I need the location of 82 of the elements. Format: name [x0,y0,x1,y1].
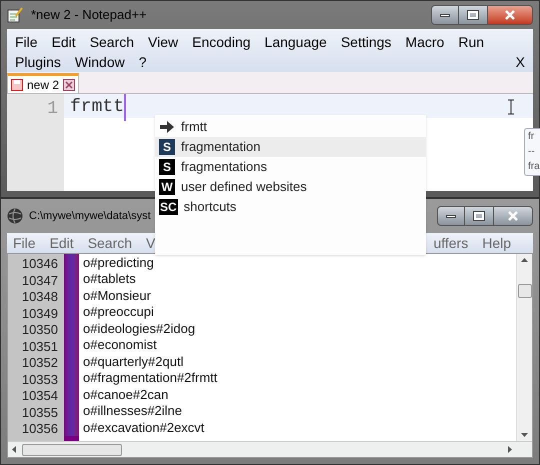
code-line: o#ideologies#2idog [82,320,196,338]
horizontal-scrollbar[interactable] [8,441,532,457]
close-button[interactable] [493,206,533,226]
menu-item[interactable]: File [13,232,36,254]
line-number: 10355 [8,402,64,419]
vertical-scrollbar[interactable] [516,254,532,441]
close-icon [508,211,518,221]
type-badge: S [159,139,175,155]
line-number: 10347 [8,270,64,287]
save-icon [11,78,23,90]
menu-item[interactable]: Run [458,32,484,52]
code-line: o#illnesses#2ilne [82,402,182,420]
tooltip-line: fra [528,160,540,174]
autocomplete-item[interactable]: frmtt [155,117,426,137]
type-badge: S [159,159,175,175]
file-tab[interactable]: new 2 [7,73,80,93]
close-button[interactable] [487,5,533,25]
menu-item[interactable]: File [15,32,38,52]
menu-item[interactable]: Macro [405,32,444,52]
line-number: 10350 [8,320,64,336]
line-number: 10354 [8,386,64,402]
code-line: o#predicting [82,254,154,272]
menu-close-button[interactable]: X [516,52,525,72]
line-number: 10346 [8,254,64,270]
autocomplete-item[interactable]: W user defined websites [155,177,426,197]
autocomplete-item[interactable]: S fragmentation [155,137,426,157]
scroll-down-icon [521,433,528,437]
code-line: o#preoccupi [82,303,154,321]
code-line: o#quarterly#2qutl [82,352,184,371]
line-number: 10351 [8,336,64,353]
close-icon [505,10,515,20]
editor-text: frmtt [70,94,126,120]
minimize-button[interactable] [437,206,465,226]
scroll-right-icon [508,446,512,453]
window-title: C:\mywe\mywe\data\syst [29,208,151,224]
autocomplete-item[interactable]: S fragmentations [155,157,426,177]
menu-item[interactable]: uffers [433,232,468,254]
minimize-button[interactable] [431,5,459,25]
line-number: 10349 [8,304,64,320]
menu-item[interactable]: Language [264,32,327,52]
autocomplete-item[interactable]: SC shortcuts [155,197,426,217]
code-line: o#Monsieur [82,286,151,304]
notepad-icon [7,7,23,23]
close-icon [63,78,76,90]
type-badge: W [159,179,175,195]
type-badge: SC [159,199,178,215]
menu-item[interactable]: Help [482,232,511,254]
menu-item[interactable]: Search [90,32,134,52]
code-line: o#fragmentation#2frmtt [82,369,218,387]
scroll-thumb[interactable] [518,284,532,298]
tooltip-line: -- [528,145,536,159]
menu-item[interactable]: Plugins [15,52,61,72]
menu-item[interactable]: Edit [50,232,74,254]
maximize-button[interactable] [459,5,487,25]
text-cursor-icon [507,99,515,115]
menu-item[interactable]: Window [74,52,125,72]
globe-icon [7,208,23,224]
menu-item[interactable]: Settings [340,32,392,52]
menu-item[interactable]: Encoding [192,32,251,52]
menu-item[interactable]: Search [88,232,132,254]
code-line: o#economist [82,336,157,354]
code-line: o#excavation#2excvt [82,418,204,436]
line-number: 10353 [8,370,64,386]
margin-bar [64,254,79,270]
code-line: o#canoe#2can [82,386,168,404]
code-line: o#tablets [82,270,136,288]
scroll-up-icon [521,258,528,262]
menu-item[interactable]: View [148,32,178,52]
line-number: 10352 [8,353,64,370]
line-number: 1 [47,99,58,119]
menu-item[interactable]: Edit [52,32,76,52]
window-title: *new 2 - Notepad++ [31,6,147,24]
line-number: 10356 [8,419,64,436]
menu-item[interactable]: V [146,232,156,254]
arrow-icon [159,120,175,134]
line-number-gutter [8,436,64,441]
scroll-left-icon [12,446,16,453]
tooltip-line: fr [528,130,536,144]
menu-item[interactable]: ? [138,52,147,72]
scroll-thumb[interactable] [22,444,122,456]
line-number: 10348 [8,287,64,304]
maximize-button[interactable] [465,206,493,226]
